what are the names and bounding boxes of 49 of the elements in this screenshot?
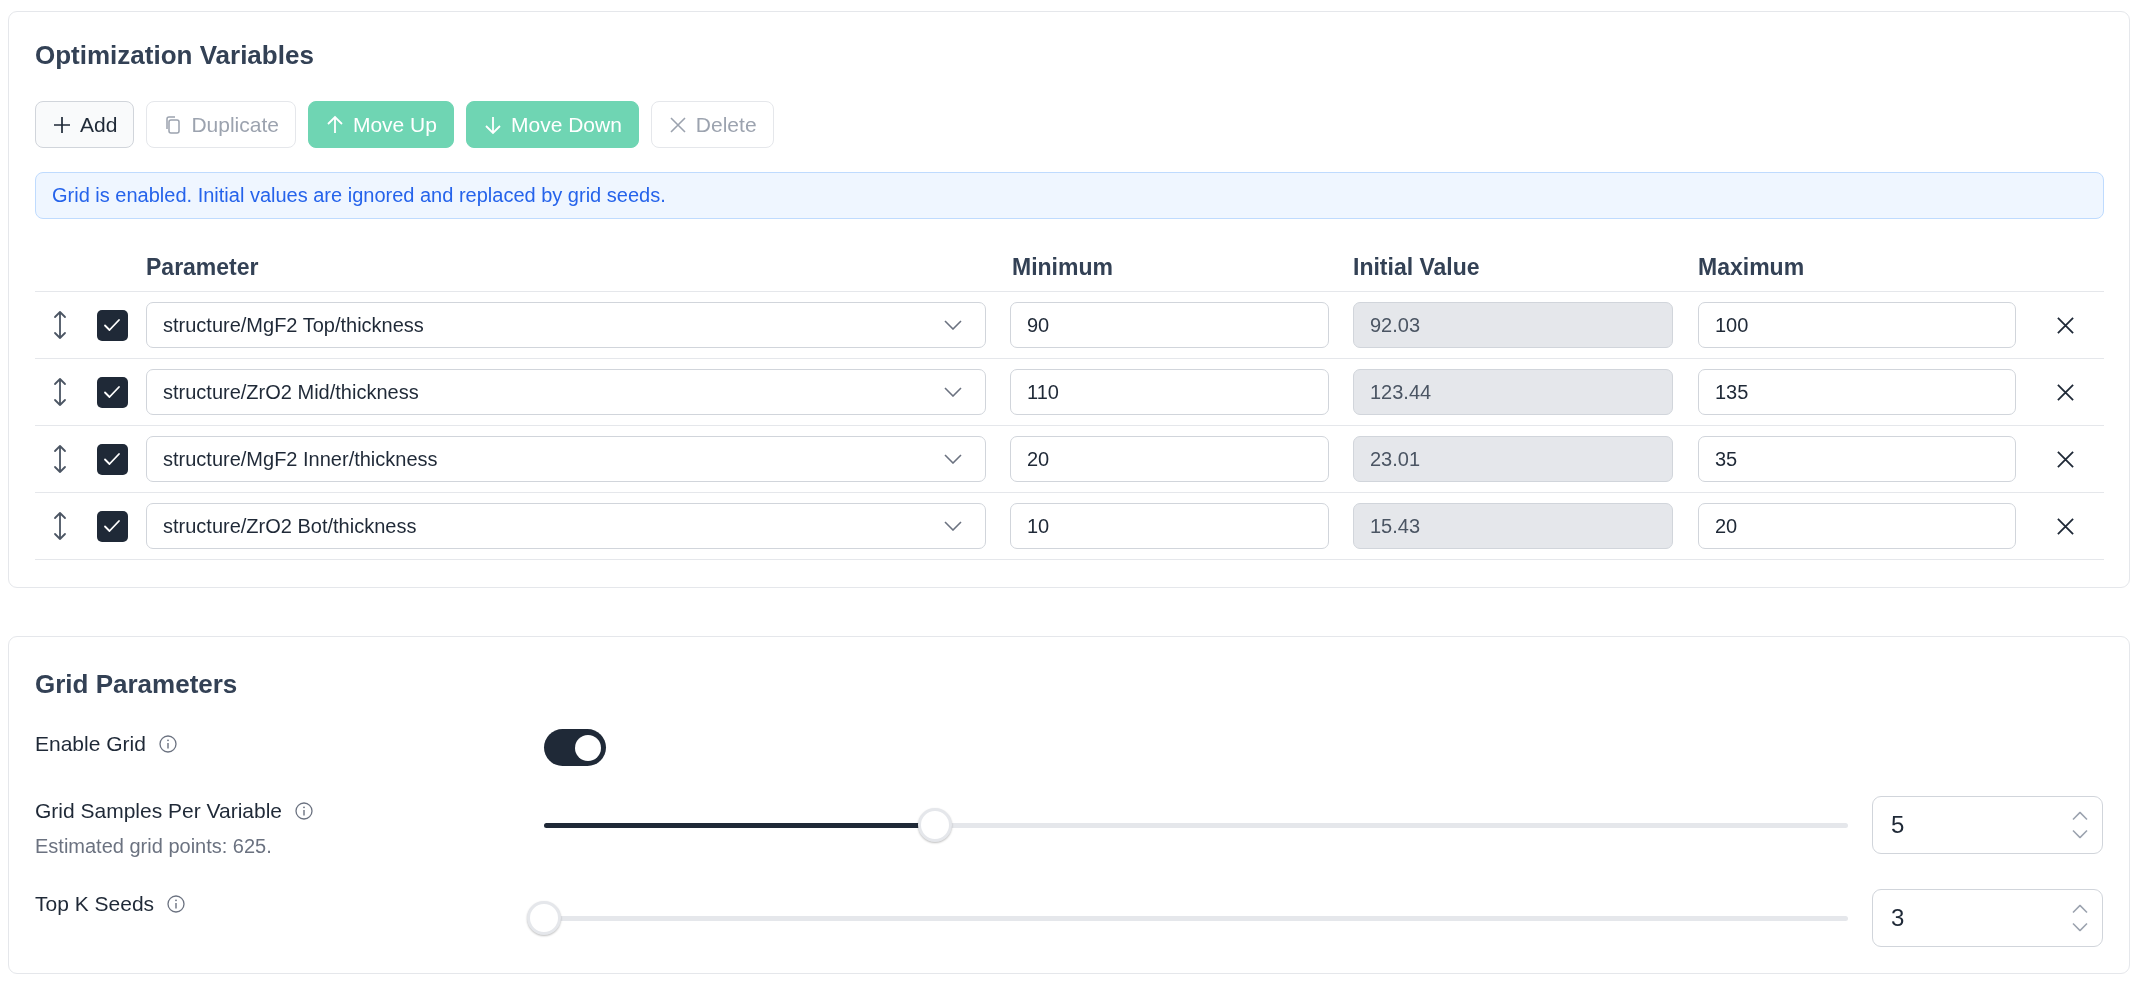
row-checkbox[interactable]	[96, 376, 128, 408]
column-header: Parameter	[146, 254, 259, 280]
minimum-input[interactable]: 10	[1010, 503, 1329, 549]
parameter-dropdown[interactable]: structure/MgF2 Top/thickness	[146, 302, 986, 348]
arrow-down-icon	[482, 114, 503, 135]
maximum-input[interactable]: 20	[1698, 503, 2016, 549]
slider-thumb[interactable]	[527, 901, 561, 935]
maximum-input[interactable]: 100	[1698, 302, 2016, 348]
row-checkbox[interactable]	[96, 443, 128, 475]
maximum-input[interactable]: 35	[1698, 436, 2016, 482]
parameter-dropdown[interactable]: structure/ZrO2 Bot/thickness	[146, 503, 986, 549]
x-icon[interactable]	[2056, 516, 2075, 536]
x-icon[interactable]	[2056, 382, 2075, 402]
minimum-input[interactable]: 110	[1010, 369, 1329, 415]
up-down-arrow-icon[interactable]	[53, 310, 67, 340]
info-icon[interactable]	[167, 895, 186, 913]
row-checkbox[interactable]	[96, 510, 128, 542]
info-icon[interactable]	[158, 735, 177, 753]
hint-text: Estimated grid points: 625.	[35, 834, 272, 859]
chevron-down-icon	[944, 387, 962, 397]
up-down-arrow-icon[interactable]	[53, 377, 67, 407]
info-icon[interactable]	[295, 802, 314, 820]
setting-label: Enable Grid	[35, 731, 146, 757]
x-icon[interactable]	[2056, 449, 2075, 469]
column-header: Initial Value	[1353, 254, 1480, 280]
chevron-down-icon	[944, 320, 962, 330]
column-header: Maximum	[1698, 254, 1805, 280]
minimum-input[interactable]: 90	[1010, 302, 1329, 348]
x-icon	[667, 114, 688, 135]
panel-title: Optimization Variables	[35, 39, 315, 72]
chevron-down-icon	[944, 454, 962, 464]
minimum-input[interactable]: 20	[1010, 436, 1329, 482]
parameter-dropdown[interactable]: structure/ZrO2 Mid/thickness	[146, 369, 986, 415]
toggle-switch[interactable]	[544, 729, 606, 766]
setting-label: Grid Samples Per Variable	[35, 798, 283, 824]
setting-label: Top K Seeds	[35, 891, 155, 917]
info-banner: Grid is enabled. Initial values are ignored and replaced by grid seeds.	[35, 172, 2104, 219]
up-down-arrow-icon[interactable]	[53, 511, 67, 541]
panel-title: Grid Parameters	[35, 668, 239, 701]
plus-icon	[52, 114, 72, 135]
up-down-arrow-icon[interactable]	[53, 444, 67, 474]
column-header: Minimum	[1012, 254, 1113, 280]
x-icon[interactable]	[2056, 315, 2075, 335]
row-checkbox[interactable]	[96, 309, 128, 341]
maximum-input[interactable]: 135	[1698, 369, 2016, 415]
parameter-dropdown[interactable]: structure/MgF2 Inner/thickness	[146, 436, 986, 482]
slider-thumb[interactable]	[918, 808, 953, 842]
add-button[interactable]: Add	[35, 101, 135, 148]
chevron-down-icon	[944, 521, 962, 531]
